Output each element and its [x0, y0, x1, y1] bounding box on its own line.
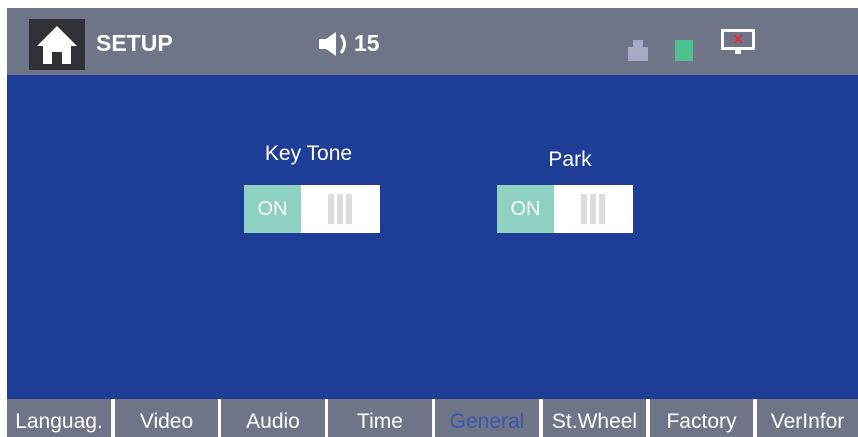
tab-language[interactable]: Languag. [7, 399, 111, 437]
key-tone-on-label: ON [244, 185, 301, 233]
tab-audio[interactable]: Audio [221, 399, 325, 437]
header-bar: SETUP 15 [7, 8, 858, 75]
key-tone-toggle[interactable]: ON [244, 185, 380, 233]
tab-factory[interactable]: Factory [650, 399, 753, 437]
park-on-label: ON [497, 185, 554, 233]
home-icon [37, 26, 77, 64]
tab-steering-wheel[interactable]: St.Wheel [543, 399, 646, 437]
toggle-grip-icon [581, 194, 605, 224]
tab-version-info[interactable]: VerInfor [757, 399, 858, 437]
tab-general[interactable]: General [435, 399, 539, 437]
volume-level: 15 [354, 30, 380, 56]
park-label: Park [548, 148, 592, 171]
speaker-icon [319, 32, 346, 56]
screen-icon[interactable] [721, 29, 755, 55]
key-tone-label: Key Tone [264, 142, 353, 165]
setup-screen: SETUP 15 Key Tone ON Park ON Languag. Vi… [7, 8, 858, 437]
usb-icon [628, 40, 648, 61]
home-button[interactable] [29, 19, 85, 70]
settings-panel: Key Tone ON Park ON [7, 75, 858, 399]
tab-time[interactable]: Time [328, 399, 432, 437]
page-title: SETUP [96, 30, 173, 56]
park-toggle[interactable]: ON [497, 185, 633, 233]
sd-card-icon [675, 40, 693, 61]
tab-bar: Languag. Video Audio Time General St.Whe… [7, 399, 858, 437]
tab-video[interactable]: Video [115, 399, 218, 437]
toggle-grip-icon [328, 194, 352, 224]
